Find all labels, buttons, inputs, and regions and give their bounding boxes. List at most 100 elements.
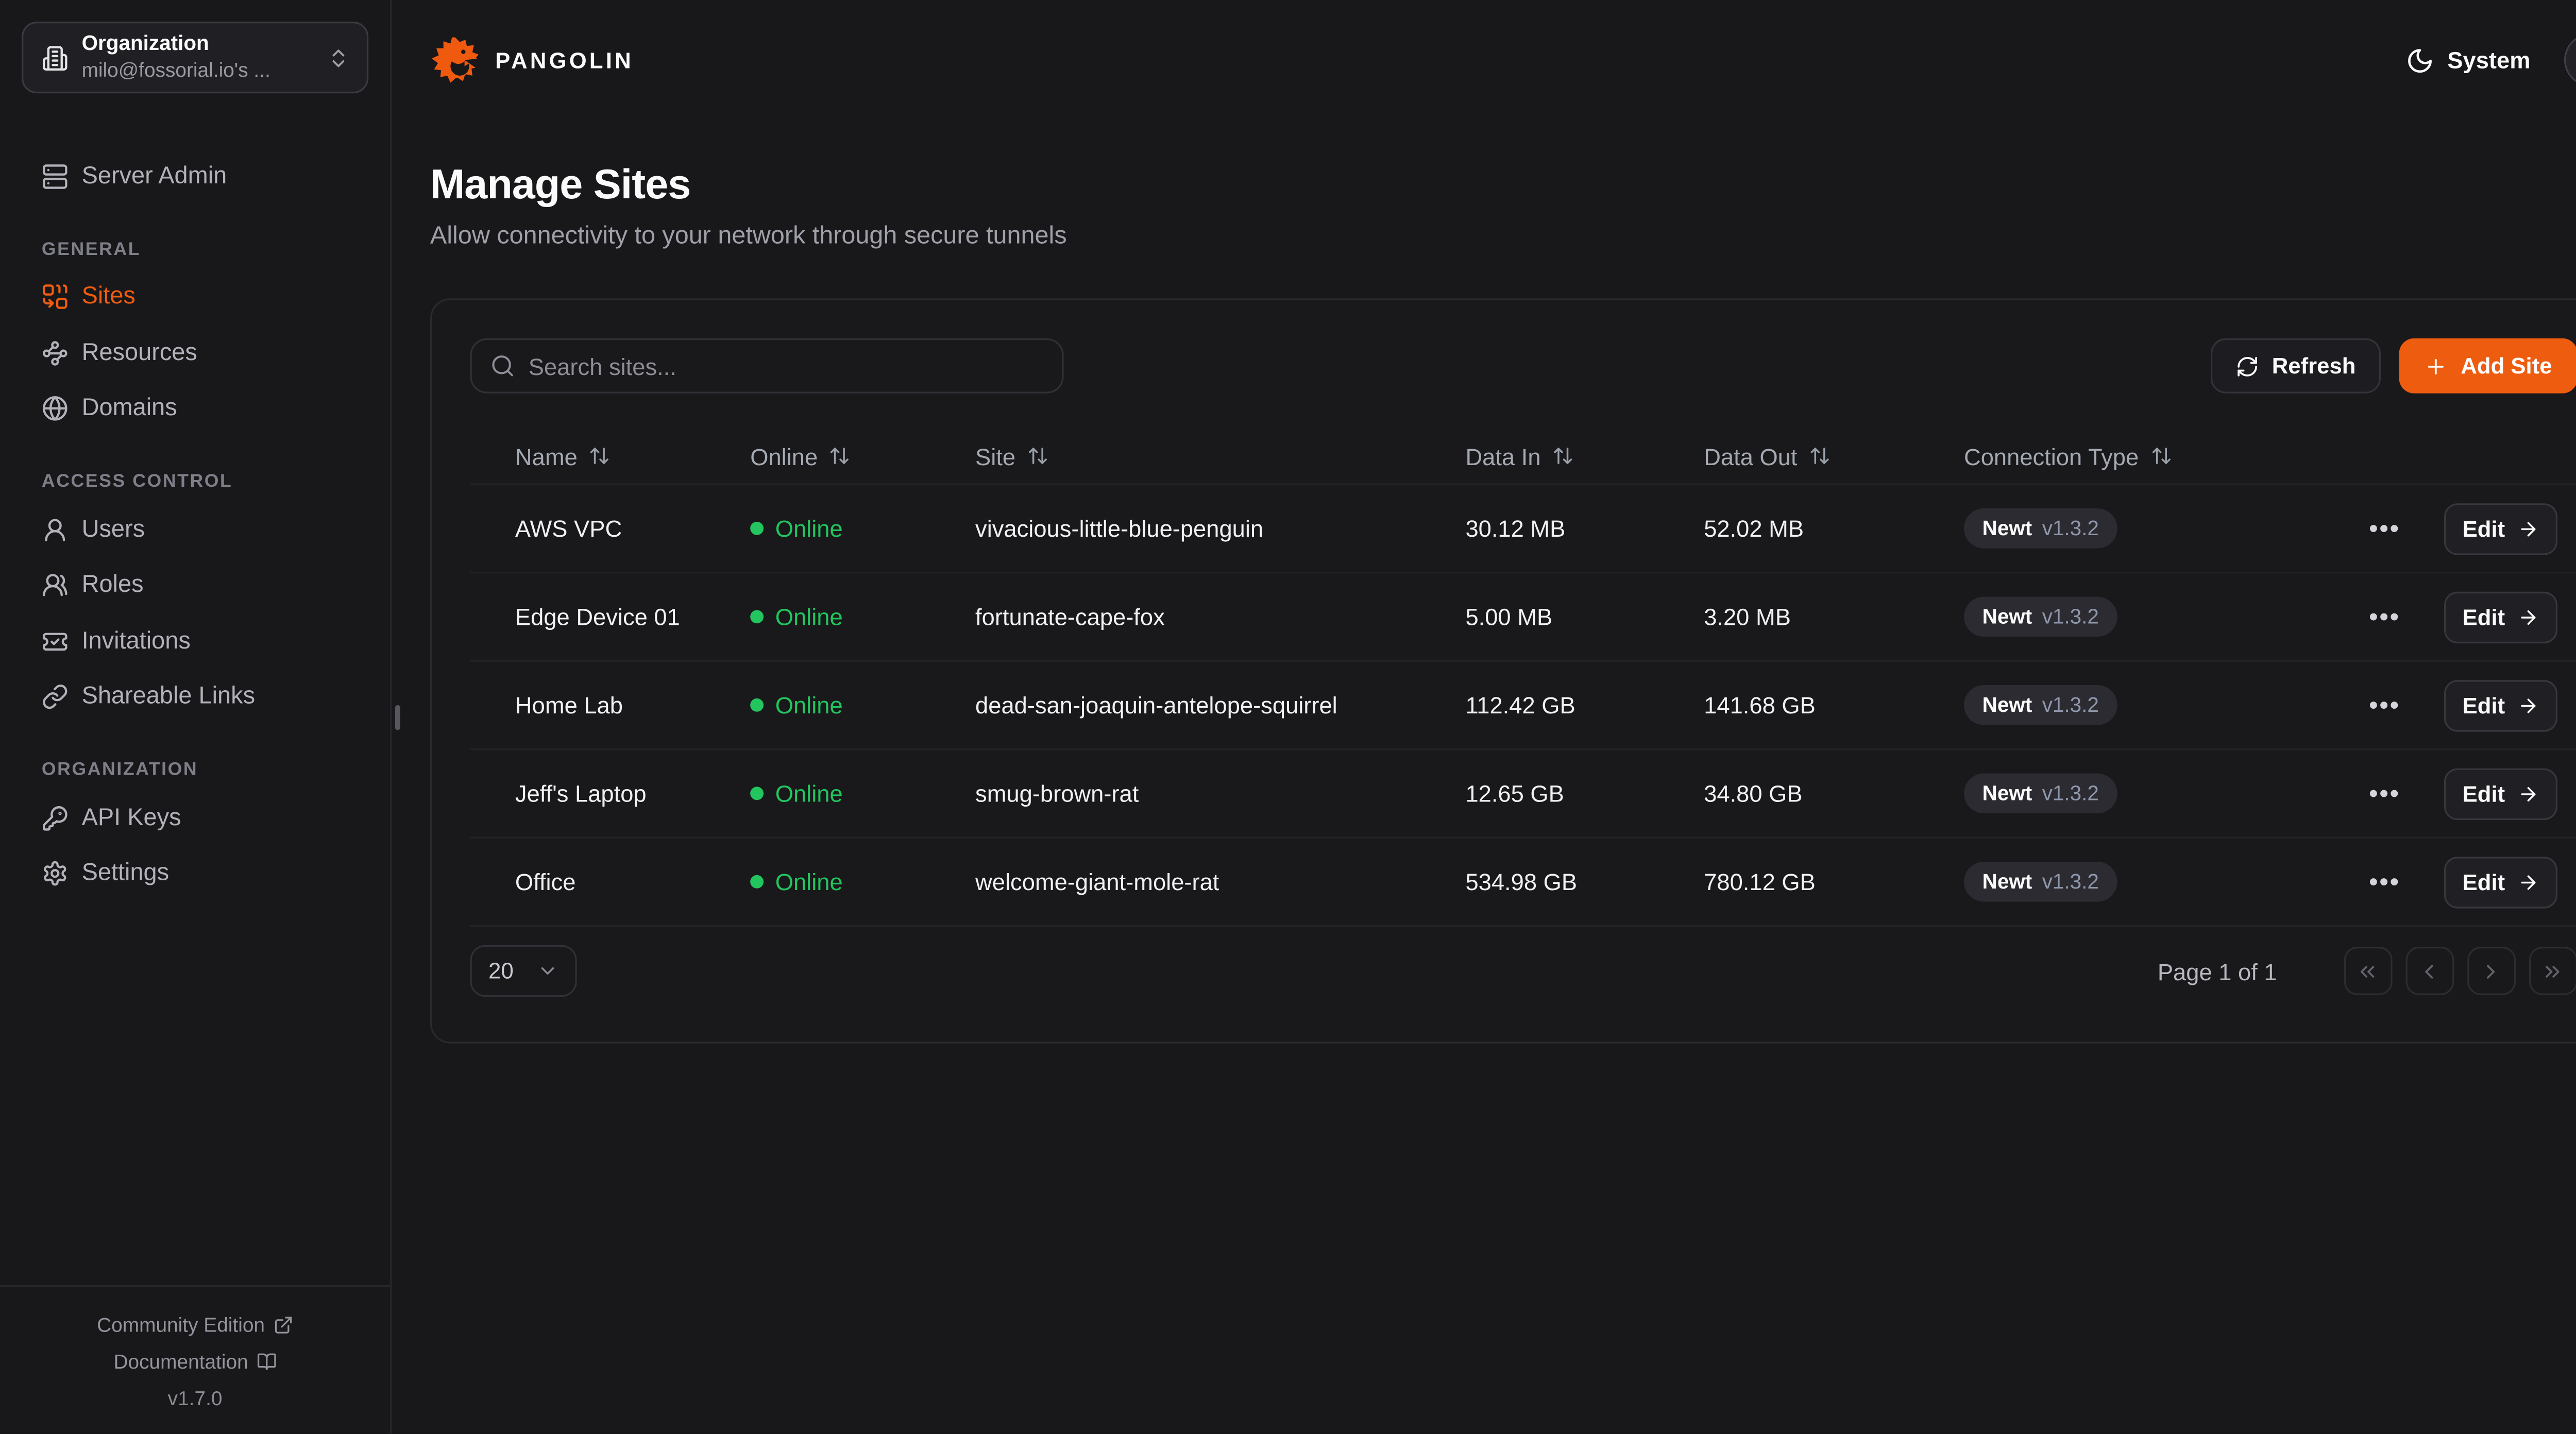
org-switcher[interactable]: Organization milo@fossorial.io's ... <box>22 22 368 93</box>
column-header-site[interactable]: Site <box>975 442 1465 469</box>
table-row: AWS VPC Online vivacious-little-blue-pen… <box>470 485 2576 574</box>
sidebar-item-domains[interactable]: Domains <box>22 381 368 436</box>
column-header-data-out[interactable]: Data Out <box>1704 442 1964 469</box>
site-slug-cell: dead-san-joaquin-antelope-squirrel <box>975 692 1465 719</box>
sidebar-item-invitations[interactable]: Invitations <box>22 613 368 669</box>
next-page-button[interactable] <box>2467 947 2516 995</box>
online-dot-icon <box>750 787 764 800</box>
arrow-right-icon <box>2517 782 2538 804</box>
edit-button[interactable]: Edit <box>2444 856 2557 908</box>
theme-toggle[interactable]: System <box>2405 46 2530 74</box>
page-subtitle: Allow connectivity to your network throu… <box>430 221 2576 250</box>
table-header-row: Name Online Site Data In <box>470 429 2576 485</box>
edit-label: Edit <box>2463 693 2505 718</box>
column-header-online[interactable]: Online <box>750 442 975 469</box>
pangolin-logo-icon <box>430 35 480 85</box>
online-status: Online <box>750 692 975 719</box>
search-input[interactable] <box>529 352 1044 379</box>
column-header-connection-type[interactable]: Connection Type <box>1964 442 2369 469</box>
arrow-right-icon <box>2517 871 2538 893</box>
server-icon <box>42 163 69 190</box>
row-actions: ••• Edit <box>2369 767 2576 819</box>
sidebar-item-shareable-links[interactable]: Shareable Links <box>22 669 368 725</box>
data-out-cell: 141.68 GB <box>1704 692 1964 719</box>
connection-type-badge: Newt v1.3.2 <box>1964 685 2117 725</box>
app-version: v1.7.0 <box>0 1380 390 1416</box>
data-in-cell: 5.00 MB <box>1465 603 1704 630</box>
row-menu-button[interactable]: ••• <box>2369 693 2400 718</box>
documentation-link[interactable]: Documentation <box>0 1343 390 1380</box>
edit-button[interactable]: Edit <box>2444 503 2557 554</box>
sidebar-item-roles[interactable]: Roles <box>22 557 368 613</box>
book-open-icon <box>257 1352 277 1372</box>
app-root: Organization milo@fossorial.io's ... Ser… <box>0 0 2576 1433</box>
community-edition-link[interactable]: Community Edition <box>0 1307 390 1343</box>
sites-card: Refresh Add Site Name Online <box>430 298 2576 1043</box>
sidebar-item-label: Roles <box>82 572 144 599</box>
sidebar-item-api-keys[interactable]: API Keys <box>22 790 368 846</box>
row-menu-button[interactable]: ••• <box>2369 604 2400 629</box>
refresh-button[interactable]: Refresh <box>2210 338 2381 394</box>
online-status-label: Online <box>775 692 843 719</box>
sidebar-item-sites[interactable]: Sites <box>22 269 368 325</box>
data-in-cell: 534.98 GB <box>1465 868 1704 895</box>
row-menu-button[interactable]: ••• <box>2369 516 2400 541</box>
edit-button[interactable]: Edit <box>2444 679 2557 731</box>
data-in-cell: 12.65 GB <box>1465 780 1704 807</box>
sidebar-item-label: Sites <box>82 284 135 311</box>
first-page-button[interactable] <box>2344 947 2392 995</box>
column-label: Data Out <box>1704 442 1797 469</box>
column-header-data-in[interactable]: Data In <box>1465 442 1704 469</box>
sidebar-item-settings[interactable]: Settings <box>22 846 368 901</box>
avatar[interactable]: M <box>2564 33 2576 87</box>
chevrons-left-icon <box>2356 959 2379 982</box>
data-out-cell: 34.80 GB <box>1704 780 1964 807</box>
site-name-cell: AWS VPC <box>470 515 751 542</box>
section-label-organization: ORGANIZATION <box>22 760 368 780</box>
site-name-cell: Home Lab <box>470 692 751 719</box>
topbar-right: System M <box>2405 33 2576 87</box>
column-header-name[interactable]: Name <box>470 442 751 469</box>
chevron-left-icon <box>2418 959 2441 982</box>
site-slug-cell: fortunate-cape-fox <box>975 603 1465 630</box>
row-menu-button[interactable]: ••• <box>2369 781 2400 806</box>
sidebar-item-label: Invitations <box>82 628 191 655</box>
chevron-right-icon <box>2480 959 2503 982</box>
site-slug-cell: welcome-giant-mole-rat <box>975 868 1465 895</box>
sidebar-item-label: Settings <box>82 861 170 887</box>
sidebar-item-label: Resources <box>82 339 197 366</box>
previous-page-button[interactable] <box>2405 947 2454 995</box>
search-box <box>470 338 1064 394</box>
edit-label: Edit <box>2463 869 2505 895</box>
online-dot-icon <box>750 875 764 889</box>
sidebar-item-server-admin[interactable]: Server Admin <box>22 148 368 204</box>
connection-type-badge: Newt v1.3.2 <box>1964 596 2117 637</box>
connection-version-label: v1.3.2 <box>2042 605 2099 628</box>
row-menu-button[interactable]: ••• <box>2369 869 2400 895</box>
column-label: Name <box>515 442 578 469</box>
column-label: Connection Type <box>1964 442 2139 469</box>
moon-icon <box>2405 46 2434 74</box>
community-edition-label: Community Edition <box>97 1313 265 1337</box>
sidebar-item-resources[interactable]: Resources <box>22 325 368 381</box>
sidebar-resize-handle[interactable] <box>395 705 400 730</box>
table-row: Office Online welcome-giant-mole-rat 534… <box>470 839 2576 927</box>
online-dot-icon <box>750 698 764 712</box>
last-page-button[interactable] <box>2529 947 2576 995</box>
edit-button[interactable]: Edit <box>2444 767 2557 819</box>
sidebar-item-users[interactable]: Users <box>22 502 368 557</box>
edit-button[interactable]: Edit <box>2444 591 2557 642</box>
brand-logo-link[interactable]: PANGOLIN <box>430 35 634 85</box>
combine-icon <box>42 284 69 311</box>
sort-icon <box>2150 445 2172 467</box>
site-slug-cell: smug-brown-rat <box>975 780 1465 807</box>
site-slug-cell: vivacious-little-blue-penguin <box>975 515 1465 542</box>
data-in-cell: 30.12 MB <box>1465 515 1704 542</box>
add-site-button[interactable]: Add Site <box>2399 338 2576 394</box>
page-size-select[interactable]: 20 <box>470 945 577 997</box>
row-actions: ••• Edit <box>2369 591 2576 642</box>
building-icon <box>42 44 69 71</box>
arrow-right-icon <box>2517 606 2538 627</box>
sort-icon <box>1027 445 1049 467</box>
sort-icon <box>1552 445 1574 467</box>
